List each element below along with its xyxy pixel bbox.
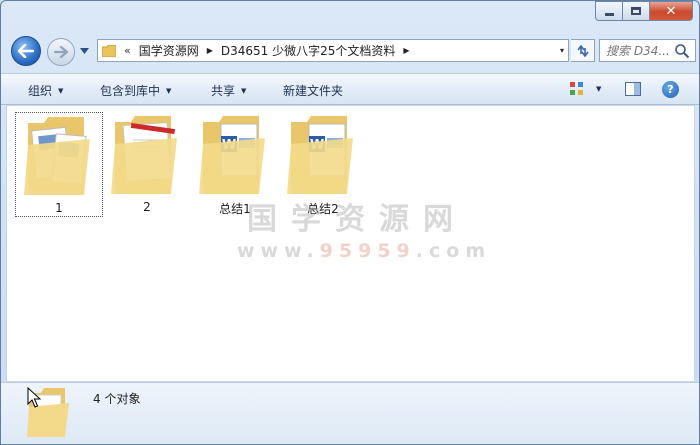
search-icon[interactable] [674, 43, 690, 59]
address-dropdown-icon[interactable]: ▾ [560, 46, 564, 55]
share-menu[interactable]: 共享 ▼ [211, 82, 246, 99]
folder-with-pages-icon [111, 116, 177, 194]
preview-pane-icon[interactable] [625, 82, 641, 96]
folder-with-word-icon: W [199, 116, 265, 194]
folder-item[interactable]: W 总结1 [191, 112, 279, 217]
folder-item[interactable]: 1 [15, 112, 103, 217]
caret-down-icon: ▼ [58, 86, 64, 95]
folder-icon [102, 44, 116, 57]
organize-label: 组织 [28, 84, 53, 98]
change-view-button[interactable]: ▼ [569, 81, 601, 97]
organize-menu[interactable]: 组织 ▼ [28, 82, 63, 99]
folder-item-label: 2 [143, 200, 151, 214]
help-button[interactable]: ? [662, 81, 679, 98]
folder-item-label: 1 [55, 201, 63, 215]
caret-down-icon: ▼ [166, 86, 172, 95]
minimize-icon [604, 12, 614, 16]
search-box[interactable] [599, 39, 696, 62]
minimize-button[interactable] [595, 1, 622, 21]
share-label: 共享 [211, 84, 236, 98]
watermark-url: www.95959.com [237, 240, 485, 262]
watermark-url-prefix: www. [237, 240, 320, 262]
details-pane: 4 个对象 [1, 382, 699, 444]
breadcrumb-overflow[interactable]: « [124, 44, 131, 57]
folder-item[interactable]: 2 [103, 112, 191, 217]
watermark-url-highlight: 95959 [319, 240, 416, 262]
folder-item-label: 总结1 [219, 202, 251, 216]
maximize-icon [631, 7, 641, 15]
file-list-view[interactable]: 1 2 W 总结1 [6, 105, 695, 382]
new-folder-label: 新建文件夹 [283, 84, 344, 98]
search-input[interactable] [600, 43, 674, 58]
address-bar[interactable]: « 国学资源网 ▶ D34651 少微八字25个文档资料 ▶ ▾ [97, 39, 569, 62]
refresh-button[interactable] [571, 39, 595, 62]
watermark-url-suffix: .com [415, 240, 492, 262]
breadcrumb-item[interactable]: 国学资源网 [139, 42, 199, 59]
breadcrumb-arrow-icon[interactable]: ▶ [403, 46, 409, 55]
help-icon: ? [667, 83, 674, 96]
caret-down-icon[interactable]: ▼ [596, 85, 601, 93]
item-count: 4 个对象 [93, 392, 141, 406]
mouse-cursor-icon [27, 387, 41, 408]
navigation-row: « 国学资源网 ▶ D34651 少微八字25个文档资料 ▶ ▾ [11, 35, 696, 66]
folder-with-word-icon: W [287, 116, 353, 194]
explorer-window: ✕ « 国学资源网 ▶ D34651 少微八字25个文档资料 ▶ ▾ 组 [0, 0, 700, 445]
caret-down-icon: ▼ [241, 86, 247, 95]
new-folder-button[interactable]: 新建文件夹 [283, 82, 343, 99]
folder-item[interactable]: W 总结2 [279, 112, 367, 217]
folder-item-label: 总结2 [307, 202, 339, 216]
recent-pages-dropdown[interactable] [79, 45, 89, 57]
close-icon: ✕ [665, 3, 677, 19]
command-bar: 组织 ▼ 包含到库中 ▼ 共享 ▼ 新建文件夹 ▼ ? [1, 73, 699, 105]
include-library-menu[interactable]: 包含到库中 ▼ [100, 82, 171, 99]
chevron-down-icon [79, 48, 89, 54]
forward-button[interactable] [47, 38, 75, 66]
caption-buttons: ✕ [595, 1, 693, 21]
arrow-right-icon [54, 46, 68, 58]
include-library-label: 包含到库中 [100, 84, 161, 98]
back-button[interactable] [11, 36, 41, 66]
view-grid-icon [570, 82, 583, 95]
maximize-button[interactable] [622, 1, 649, 21]
close-button[interactable]: ✕ [649, 1, 693, 21]
breadcrumb-arrow-icon[interactable]: ▶ [207, 46, 213, 55]
folder-with-documents-icon [24, 117, 90, 195]
arrow-left-icon [18, 44, 34, 58]
breadcrumb-item[interactable]: D34651 少微八字25个文档资料 [221, 42, 396, 59]
refresh-icon [576, 44, 589, 57]
